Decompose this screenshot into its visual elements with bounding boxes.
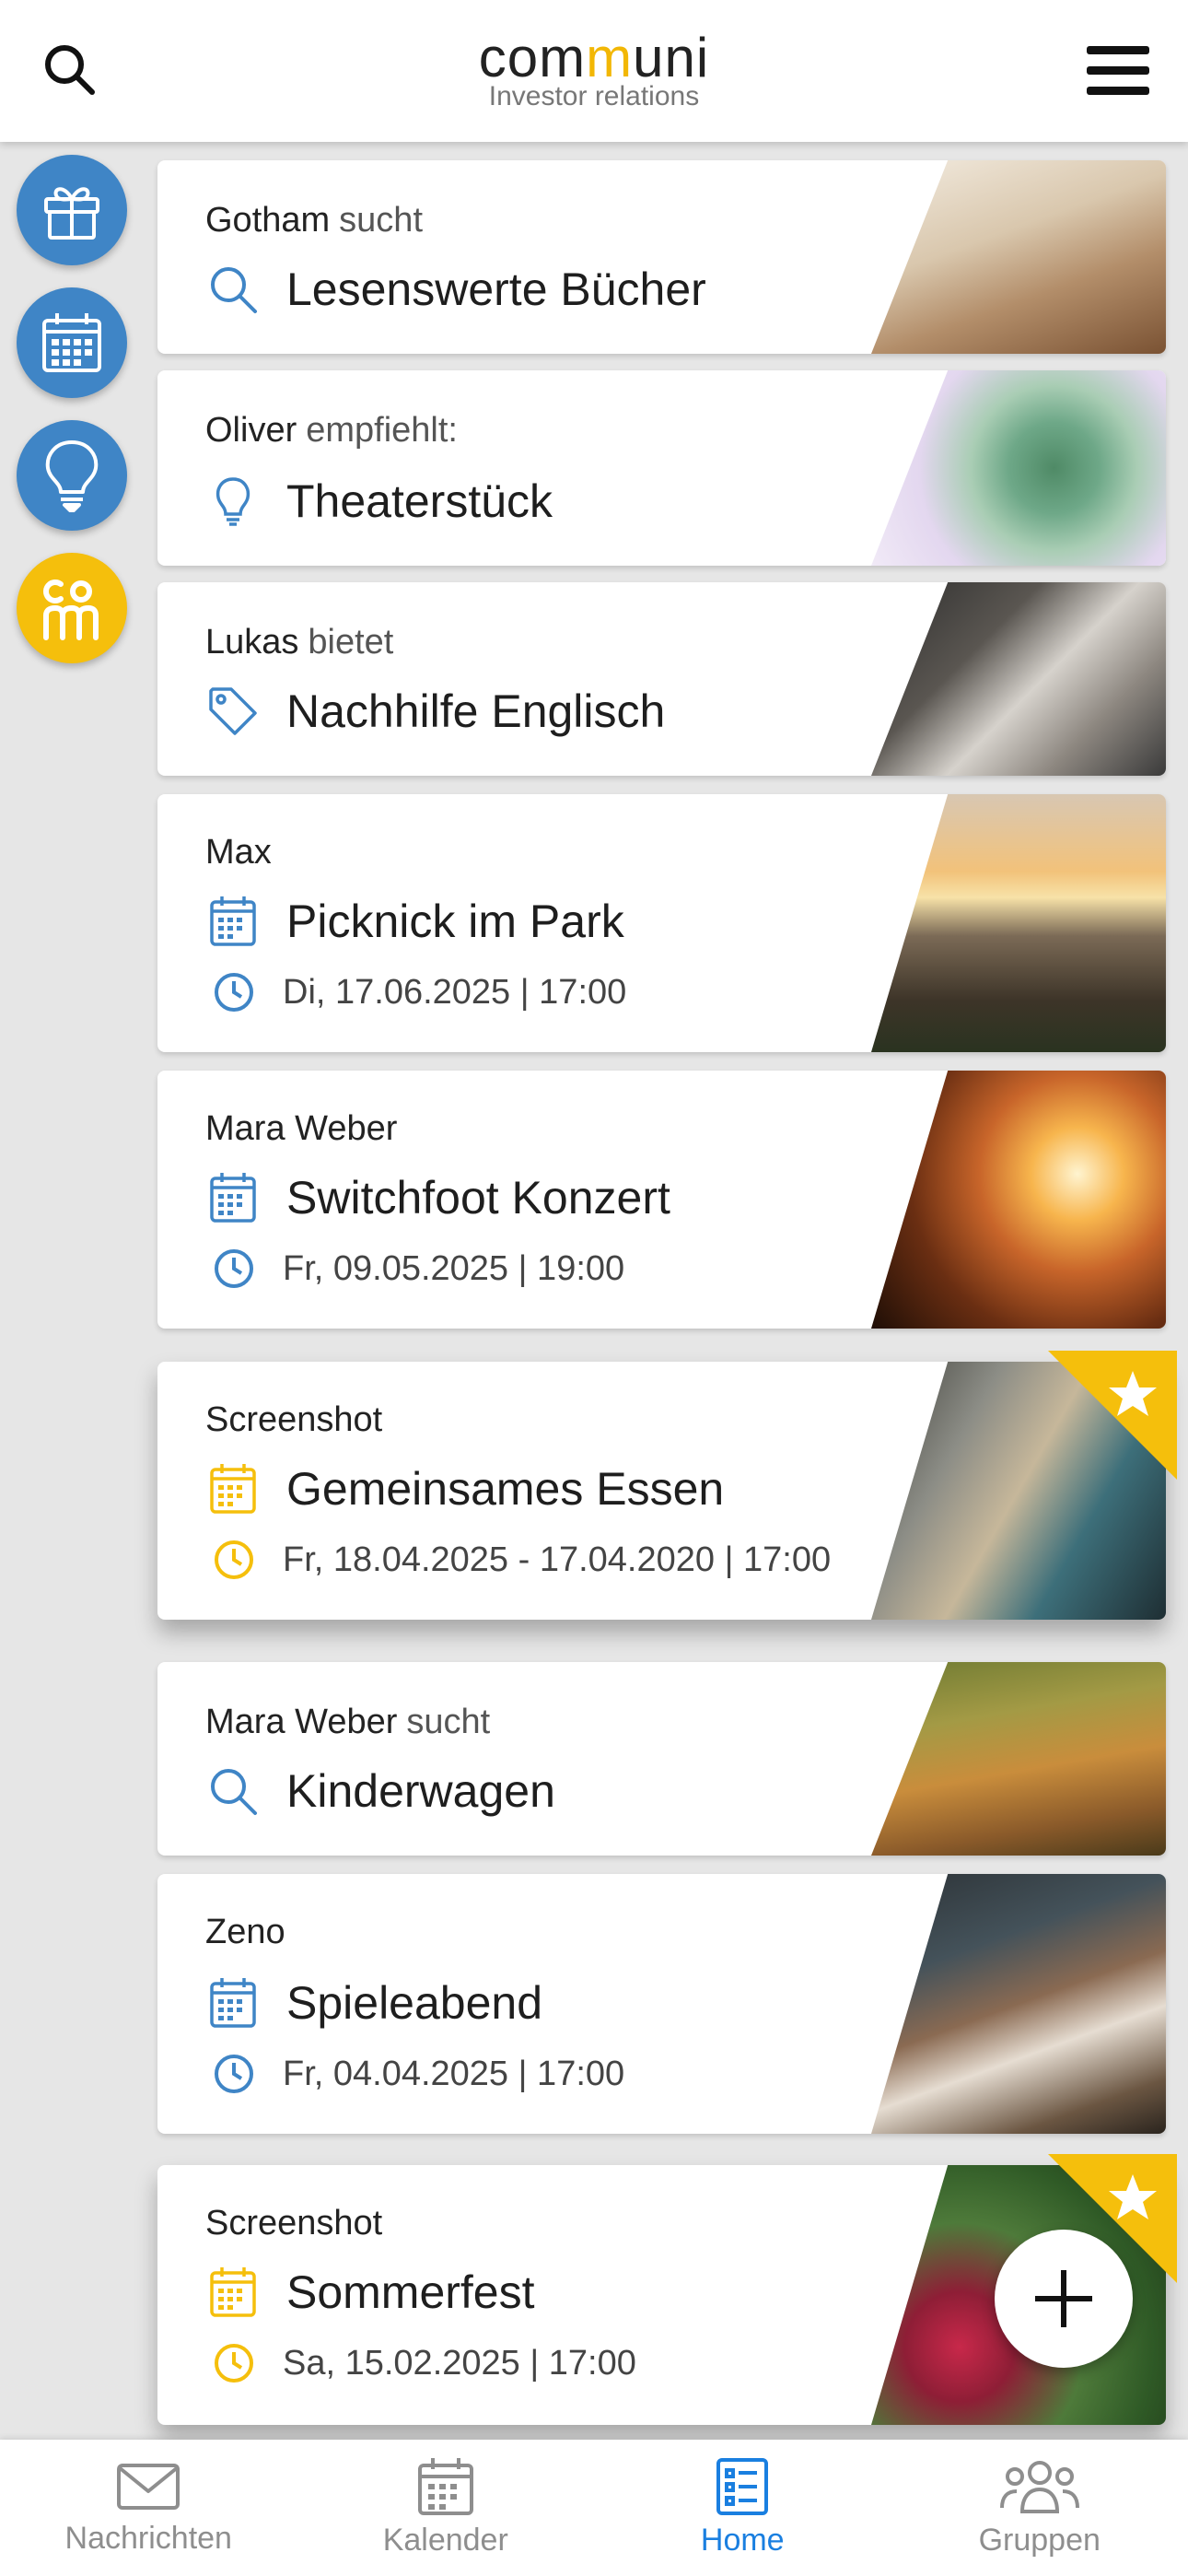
tab-label: Home	[700, 2523, 785, 2558]
card-date: Sa, 15.02.2025 | 17:00	[283, 2343, 636, 2383]
communi-logo-icon	[43, 580, 99, 640]
card-author: Mara Weber sucht	[205, 1703, 491, 1741]
logo-suffix: uni	[633, 27, 710, 88]
sidebar-item-ideas[interactable]	[17, 420, 127, 531]
tab-label: Nachrichten	[64, 2521, 232, 2556]
tab-nachrichten[interactable]: Nachrichten	[0, 2440, 297, 2576]
feed-card[interactable]: Lukas bietet Nachhilfe Englisch	[157, 582, 1166, 776]
logo-prefix: com	[478, 27, 587, 88]
card-image	[871, 794, 1166, 1052]
card-author: Screenshot	[205, 1400, 383, 1439]
feed-card[interactable]: Gotham sucht Lesenswerte Bücher	[157, 160, 1166, 354]
card-author: Gotham sucht	[205, 201, 423, 240]
feed-card[interactable]: Max Picknick im Park Di, 17.06.2025 | 17…	[157, 794, 1166, 1052]
search-icon	[205, 262, 261, 317]
gift-icon	[44, 187, 99, 240]
card-image	[871, 1071, 1166, 1329]
card-title: Gemeinsames Essen	[286, 1463, 725, 1515]
clock-icon	[215, 2344, 253, 2383]
lightbulb-icon	[45, 440, 99, 512]
card-title: Nachhilfe Englisch	[286, 685, 666, 737]
card-title: Switchfoot Konzert	[286, 1172, 670, 1224]
tab-label: Gruppen	[978, 2523, 1101, 2558]
calendar-icon	[417, 2458, 473, 2515]
calendar-icon	[205, 1461, 261, 1516]
card-date: Fr, 04.04.2025 | 17:00	[283, 2054, 625, 2093]
card-title: Sommerfest	[286, 2266, 535, 2318]
calendar-icon	[205, 1170, 261, 1225]
feed-card[interactable]: Mara Weber sucht Kinderwagen	[157, 1662, 1166, 1856]
logo-mm: m	[586, 27, 634, 88]
app-logo: communi Investor relations	[0, 28, 1188, 111]
calendar-icon	[205, 1975, 261, 2031]
clock-icon	[215, 973, 253, 1012]
sidebar-item-calendar[interactable]	[17, 287, 127, 398]
card-title: Spieleabend	[286, 1977, 543, 2029]
star-icon	[1109, 1371, 1157, 1416]
feed-card[interactable]: Zeno Spieleabend Fr, 04.04.2025 | 17:00	[157, 1874, 1166, 2134]
hamburger-icon	[1087, 46, 1149, 95]
search-icon	[205, 1763, 261, 1819]
card-title: Kinderwagen	[286, 1765, 555, 1817]
calendar-icon	[205, 2265, 261, 2320]
group-icon	[999, 2461, 1079, 2513]
tab-kalender[interactable]: Kalender	[297, 2440, 595, 2576]
card-image	[871, 370, 1166, 566]
menu-button[interactable]	[1081, 33, 1155, 107]
logo-subtitle: Investor relations	[488, 81, 700, 111]
clock-icon	[215, 2055, 253, 2093]
card-image	[871, 1662, 1166, 1856]
card-image	[871, 160, 1166, 354]
tab-home[interactable]: Home	[594, 2440, 891, 2576]
card-author: Lukas bietet	[205, 623, 394, 662]
bottom-tab-bar: Nachrichten Kalender Home Gruppen	[0, 2440, 1188, 2576]
card-date: Fr, 18.04.2025 - 17.04.2020 | 17:00	[283, 1540, 832, 1579]
star-icon	[1109, 2174, 1157, 2219]
card-title: Theaterstück	[286, 475, 553, 527]
clock-icon	[215, 1249, 253, 1288]
plus-icon	[1035, 2270, 1092, 2327]
card-author: Screenshot	[205, 2204, 383, 2242]
card-author: Mara Weber	[205, 1109, 398, 1148]
tag-icon	[205, 684, 261, 739]
card-title: Picknick im Park	[286, 896, 624, 947]
sidebar-item-gifts[interactable]	[17, 155, 127, 265]
lightbulb-icon	[205, 474, 261, 529]
calendar-icon	[42, 313, 101, 372]
mail-icon	[117, 2464, 181, 2510]
list-icon	[716, 2458, 769, 2515]
clock-icon	[215, 1540, 253, 1579]
sidebar-item-communi[interactable]	[17, 553, 127, 663]
card-date: Di, 17.06.2025 | 17:00	[283, 972, 627, 1012]
app-header: communi Investor relations	[0, 0, 1188, 142]
card-image	[871, 1874, 1166, 2134]
card-author: Max	[205, 833, 272, 872]
add-button[interactable]	[995, 2230, 1133, 2368]
card-date: Fr, 09.05.2025 | 19:00	[283, 1248, 625, 1288]
card-image	[871, 582, 1166, 776]
card-title: Lesenswerte Bücher	[286, 263, 706, 315]
feed-card[interactable]: Mara Weber Switchfoot Konzert Fr, 09.05.…	[157, 1071, 1166, 1329]
tab-gruppen[interactable]: Gruppen	[891, 2440, 1188, 2576]
tab-label: Kalender	[382, 2523, 508, 2558]
card-author: Zeno	[205, 1913, 285, 1951]
feed-card[interactable]: Oliver empfiehlt: Theaterstück	[157, 370, 1166, 566]
calendar-icon	[205, 894, 261, 949]
feed-card-highlighted[interactable]: Screenshot Gemeinsames Essen Fr, 18.04.2…	[157, 1351, 1177, 1620]
card-author: Oliver empfiehlt:	[205, 411, 458, 450]
